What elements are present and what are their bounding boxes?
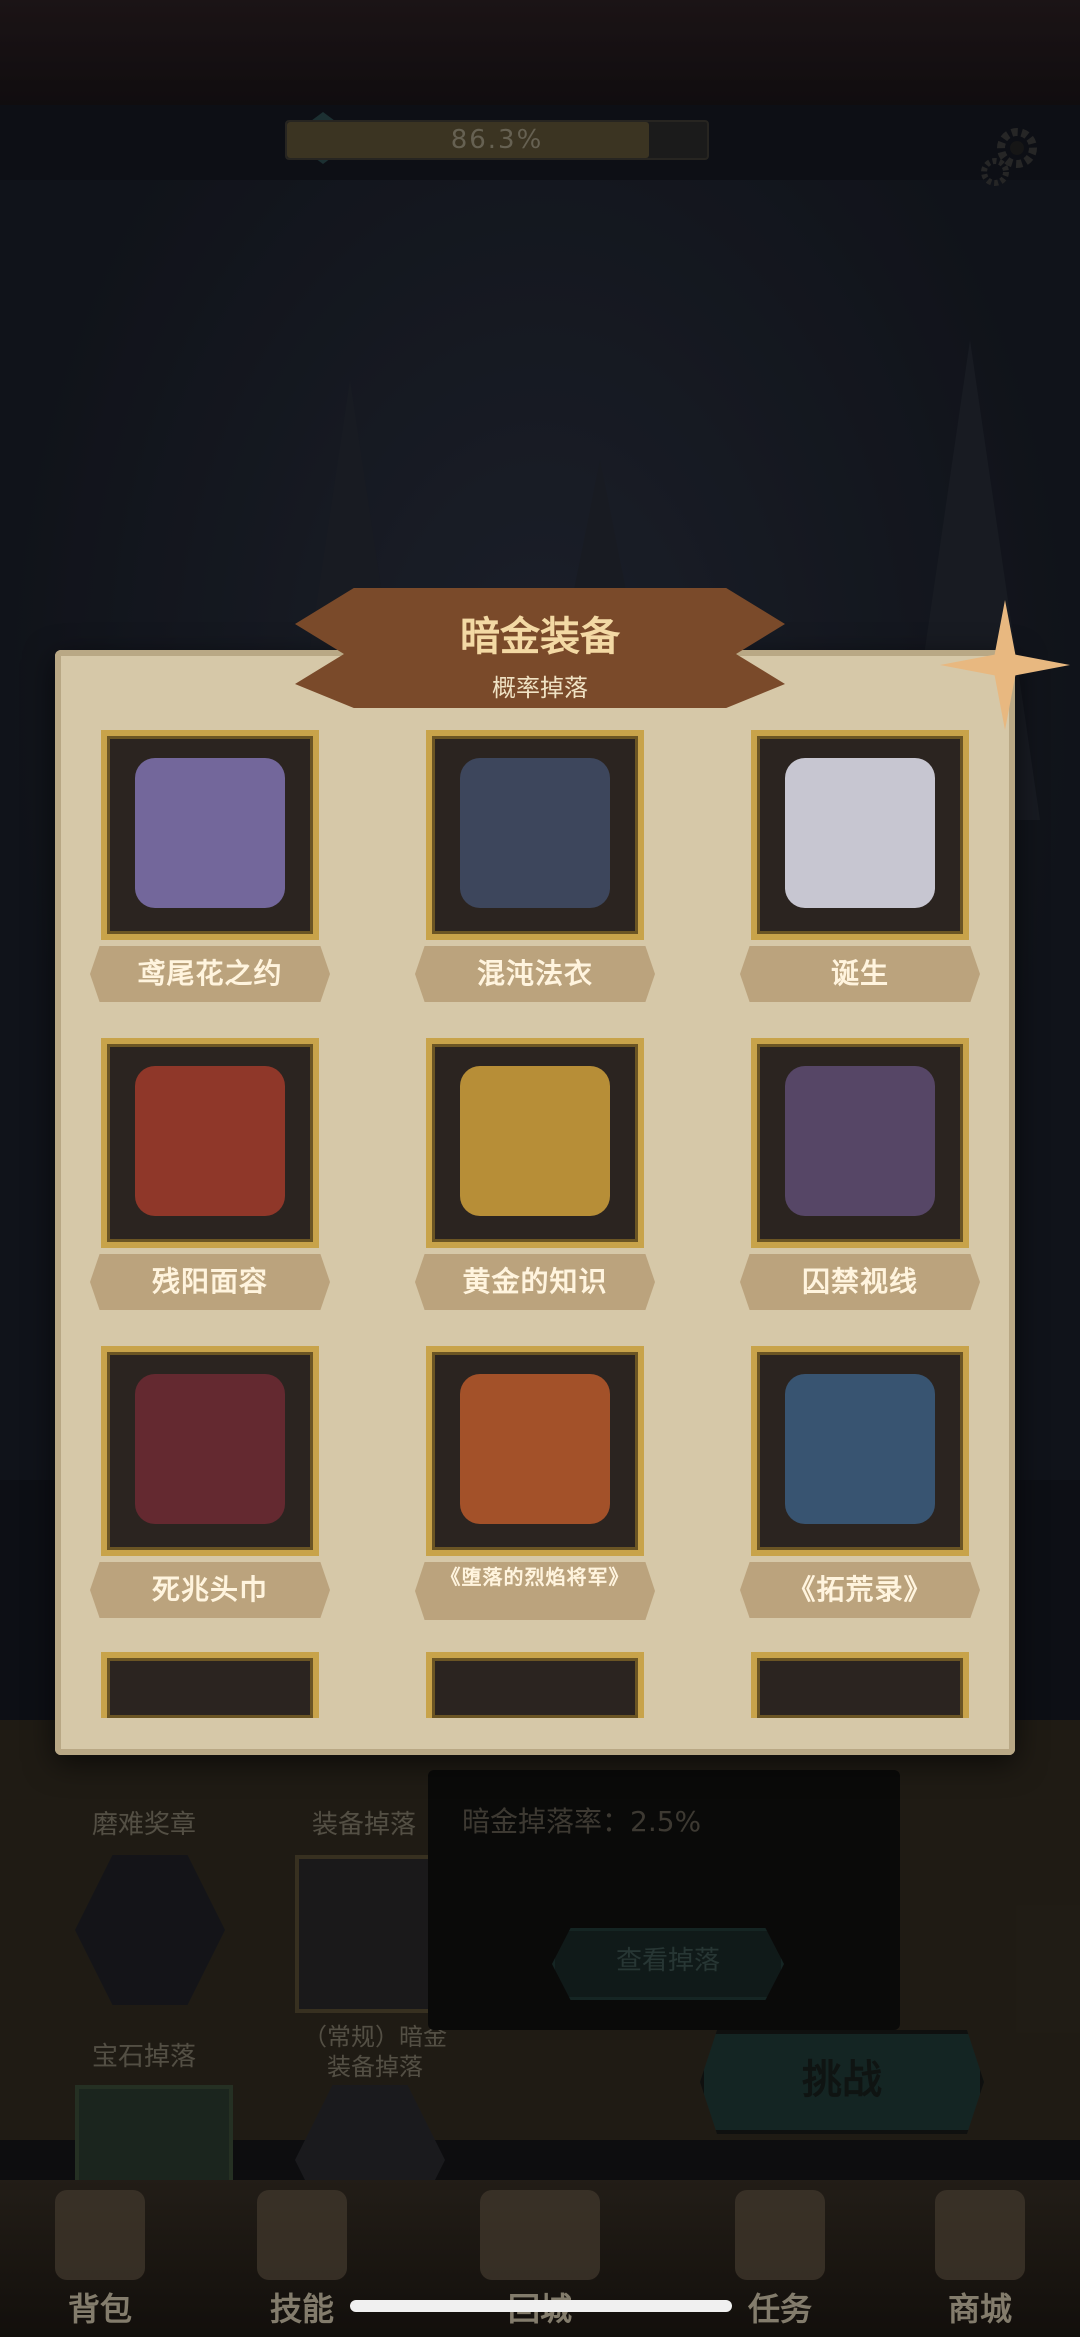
item-frame <box>101 1038 319 1248</box>
item-name: 诞生 <box>740 946 980 1002</box>
iris-robe-icon <box>135 758 285 908</box>
chaos-robe-icon <box>460 758 610 908</box>
modal-subtitle: 概率掉落 <box>492 674 588 702</box>
item-name: 囚禁视线 <box>740 1254 980 1310</box>
equipment-item-partial[interactable] <box>90 1652 330 1718</box>
item-name: 《堕落的烈焰将军》 <box>415 1562 655 1620</box>
golden-mask-icon <box>460 1066 610 1216</box>
item-name: 黄金的知识 <box>415 1254 655 1310</box>
item-name: 鸢尾花之约 <box>90 946 330 1002</box>
item-frame <box>751 1038 969 1248</box>
item-frame <box>426 1038 644 1248</box>
equipment-item[interactable]: 诞生 <box>740 730 980 1002</box>
modal-title: 暗金装备 <box>460 614 620 660</box>
equipment-item[interactable]: 囚禁视线 <box>740 1038 980 1310</box>
tome-partial-icon <box>751 1652 969 1718</box>
flame-book-icon <box>460 1374 610 1524</box>
equipment-item[interactable]: 死兆头巾 <box>90 1346 330 1618</box>
item-name: 《拓荒录》 <box>740 1562 980 1618</box>
equipment-item[interactable]: 残阳面容 <box>90 1038 330 1310</box>
item-name: 混沌法衣 <box>415 946 655 1002</box>
compass-book-icon <box>785 1374 935 1524</box>
hood-icon <box>135 1374 285 1524</box>
home-indicator <box>350 2300 732 2312</box>
cage-lantern-icon <box>785 1066 935 1216</box>
dark-gold-equipment-modal: 鸢尾花之约 混沌法衣 诞生 残阳面容 黄金的知识 囚禁视线 死兆头巾 《堕落的烈… <box>55 650 1015 1755</box>
equipment-item[interactable]: 《堕落的烈焰将军》 <box>415 1346 655 1620</box>
item-frame <box>426 1346 644 1556</box>
item-name: 残阳面容 <box>90 1254 330 1310</box>
equipment-item[interactable]: 黄金的知识 <box>415 1038 655 1310</box>
equipment-item-partial[interactable] <box>415 1652 655 1718</box>
item-frame <box>101 730 319 940</box>
equipment-grid: 鸢尾花之约 混沌法衣 诞生 残阳面容 黄金的知识 囚禁视线 死兆头巾 《堕落的烈… <box>70 730 1000 1740</box>
equipment-item[interactable]: 《拓荒录》 <box>740 1346 980 1618</box>
white-hat-icon <box>785 758 935 908</box>
item-name: 死兆头巾 <box>90 1562 330 1618</box>
item-frame <box>751 730 969 940</box>
red-cloak-icon <box>135 1066 285 1216</box>
item-frame <box>751 1346 969 1556</box>
equipment-item-partial[interactable] <box>740 1652 980 1718</box>
equipment-item[interactable]: 鸢尾花之约 <box>90 730 330 1002</box>
item-frame <box>426 730 644 940</box>
helm-partial-icon <box>426 1652 644 1718</box>
book-partial-icon <box>101 1652 319 1718</box>
equipment-item[interactable]: 混沌法衣 <box>415 730 655 1002</box>
item-frame <box>101 1346 319 1556</box>
